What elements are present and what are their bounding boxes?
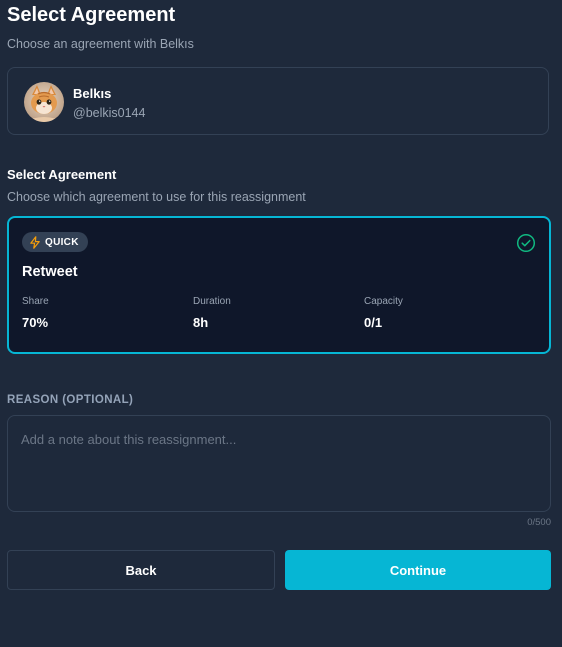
capacity-value: 0/1 xyxy=(364,315,383,330)
badge-label: QUICK xyxy=(45,236,79,248)
agreement-name: Retweet xyxy=(22,264,78,280)
section-title: Select Agreement xyxy=(7,167,117,182)
quick-badge: QUICK xyxy=(22,232,88,252)
kitten-photo-icon xyxy=(24,82,64,122)
lightning-icon xyxy=(30,235,40,249)
user-handle: @belkis0144 xyxy=(73,106,146,120)
section-subtitle: Choose which agreement to use for this r… xyxy=(7,190,306,204)
check-circle-icon xyxy=(516,233,536,253)
agreement-card-retweet[interactable]: QUICK Retweet Share 70% Duration 8h Capa… xyxy=(7,216,551,354)
back-button[interactable]: Back xyxy=(7,550,275,590)
reason-label: REASON (OPTIONAL) xyxy=(7,394,134,406)
page-title: Select Agreement xyxy=(7,4,176,26)
share-label: Share xyxy=(22,296,49,307)
share-value: 70% xyxy=(22,315,49,330)
capacity-label: Capacity xyxy=(364,296,403,307)
user-name: Belkıs xyxy=(73,86,112,101)
duration-value: 8h xyxy=(193,315,209,330)
character-counter: 0/500 xyxy=(527,517,551,528)
page-subtitle: Choose an agreement with Belkıs xyxy=(7,37,194,51)
user-card: Belkıs @belkis0144 xyxy=(7,67,549,135)
avatar xyxy=(24,82,64,122)
duration-label: Duration xyxy=(193,296,231,307)
continue-button[interactable]: Continue xyxy=(285,550,551,590)
reason-input[interactable] xyxy=(7,415,551,512)
